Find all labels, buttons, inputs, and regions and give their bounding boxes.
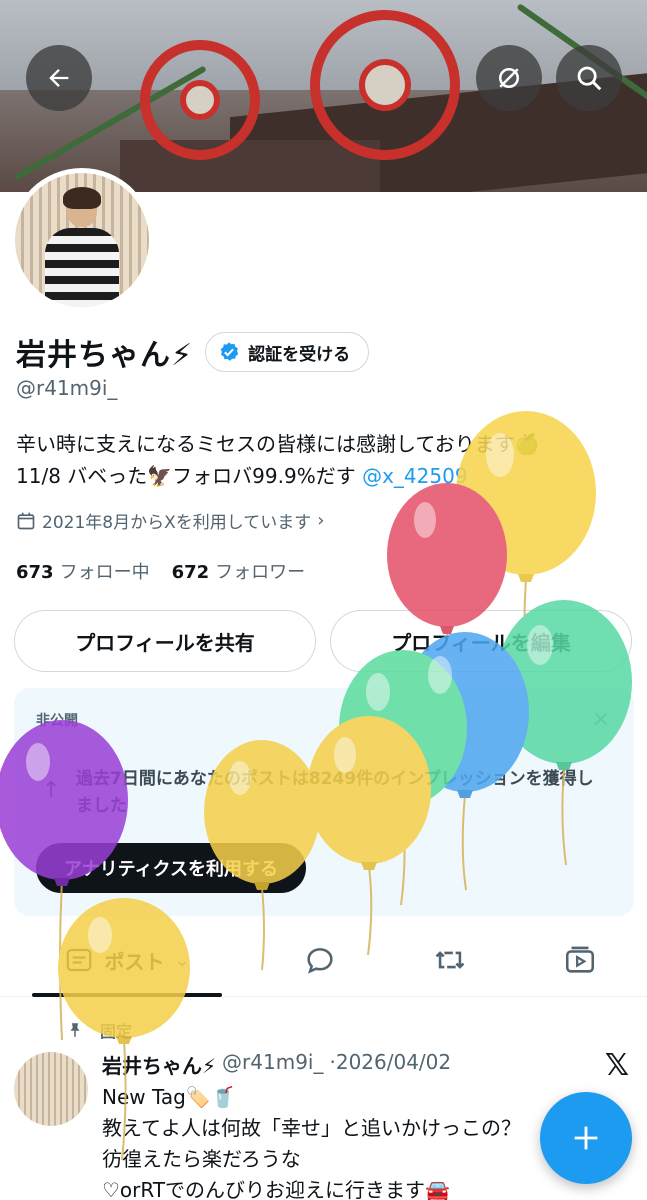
avatar-photo bbox=[15, 173, 149, 307]
profile-banner[interactable] bbox=[0, 0, 647, 192]
profile-tabs: ポスト ⌄ bbox=[0, 925, 647, 997]
post-date: ·2026/04/02 bbox=[329, 1050, 452, 1074]
x-logo-icon: 𝕏 bbox=[604, 1048, 629, 1083]
post-author-avatar[interactable] bbox=[14, 1052, 88, 1126]
banner-decoration bbox=[310, 10, 460, 160]
up-arrow-icon: ↑ bbox=[42, 778, 61, 803]
media-icon bbox=[565, 946, 595, 973]
compose-button[interactable] bbox=[540, 1092, 632, 1184]
repost-icon bbox=[435, 951, 465, 969]
joined-date[interactable]: 2021年8月からXを利用しています › bbox=[16, 508, 324, 533]
balloon bbox=[387, 483, 507, 627]
analytics-card: 非公開 ✕ ↑ 過去7日間にあなたのポストは8249件のインプレッションを獲得し… bbox=[14, 688, 634, 916]
post-body[interactable]: New Tag🏷️🥤 教えてよ人は何故「幸せ」と追いかけっこの？ 彷徨えたら楽だ… bbox=[102, 1082, 542, 1200]
profile-bio: 辛い時に支えになるミセスの皆様には感謝しております🍏 11/8 バベった🦅フォロ… bbox=[16, 428, 636, 492]
tab-reposts[interactable] bbox=[410, 925, 490, 995]
name-row: 岩井ちゃん⚡︎ 認証を受ける bbox=[16, 330, 370, 374]
bio-line: 11/8 バベった🦅フォロバ99.9%だす @x_42509 bbox=[16, 460, 636, 492]
no-sync-button[interactable] bbox=[476, 45, 542, 111]
banner-building-lower bbox=[120, 140, 380, 192]
followers-count: 672 bbox=[171, 562, 210, 583]
profile-handle: @r41m9i_ bbox=[16, 376, 118, 400]
private-tag: 非公開 bbox=[36, 713, 78, 729]
bio-text: 11/8 バベった🦅フォロバ99.9%だす bbox=[16, 464, 363, 488]
search-icon bbox=[577, 66, 602, 91]
posts-tab-icon bbox=[67, 948, 92, 972]
get-verified-label: 認証を受ける bbox=[248, 344, 351, 365]
post-header: 岩井ちゃん⚡︎ @r41m9i_ ·2026/04/02 bbox=[102, 1050, 451, 1079]
post-author-handle[interactable]: @r41m9i_ bbox=[222, 1050, 323, 1079]
verified-check-icon bbox=[220, 342, 239, 361]
following-link[interactable]: 673 フォロー中 bbox=[16, 558, 150, 584]
banner-decoration bbox=[140, 40, 260, 160]
tab-posts[interactable]: ポスト ⌄ bbox=[32, 925, 222, 997]
following-count: 673 bbox=[16, 562, 54, 583]
active-tab-indicator bbox=[32, 993, 222, 997]
bio-mention-link[interactable]: @x_42509 bbox=[362, 464, 467, 488]
chevron-down-icon: ⌄ bbox=[174, 949, 190, 971]
use-analytics-button[interactable]: アナリティクスを利用する bbox=[36, 843, 307, 893]
tab-media[interactable] bbox=[540, 925, 620, 995]
bio-line: 辛い時に支えになるミセスの皆様には感謝しております🍏 bbox=[16, 432, 540, 456]
profile-avatar[interactable] bbox=[10, 168, 154, 312]
reply-icon bbox=[307, 948, 333, 974]
display-name: 岩井ちゃん⚡︎ bbox=[16, 338, 194, 373]
share-profile-button[interactable]: プロフィールを共有 bbox=[14, 610, 316, 672]
get-verified-button[interactable]: 認証を受ける bbox=[205, 332, 370, 372]
post-author-name[interactable]: 岩井ちゃん⚡︎ bbox=[102, 1050, 216, 1079]
back-button[interactable] bbox=[26, 45, 92, 111]
analytics-message: 過去7日間にあなたのポストは8249件のインプレッションを獲得しました bbox=[76, 769, 594, 816]
pinned-indicator: 固定 bbox=[66, 1018, 132, 1042]
back-arrow-icon bbox=[49, 69, 69, 87]
edit-profile-button[interactable]: プロフィールを編集 bbox=[330, 610, 632, 672]
tab-posts-label: ポスト bbox=[104, 949, 165, 974]
pin-icon bbox=[70, 1023, 80, 1037]
followers-label: フォロワー bbox=[215, 562, 306, 583]
close-icon[interactable]: ✕ bbox=[592, 708, 610, 733]
no-sync-icon bbox=[499, 68, 519, 88]
tab-replies[interactable] bbox=[280, 925, 360, 995]
joined-text: 2021年8月からXを利用しています bbox=[42, 513, 312, 533]
followers-link[interactable]: 672 フォロワー bbox=[172, 558, 306, 584]
pinned-label: 固定 bbox=[100, 1022, 133, 1041]
calendar-icon bbox=[17, 512, 35, 529]
plus-icon bbox=[574, 1126, 598, 1150]
following-label: フォロー中 bbox=[59, 562, 150, 583]
chevron-right-icon: › bbox=[317, 510, 325, 531]
search-button[interactable] bbox=[556, 45, 622, 111]
follow-stats: 673 フォロー中 672 フォロワー bbox=[16, 558, 305, 584]
